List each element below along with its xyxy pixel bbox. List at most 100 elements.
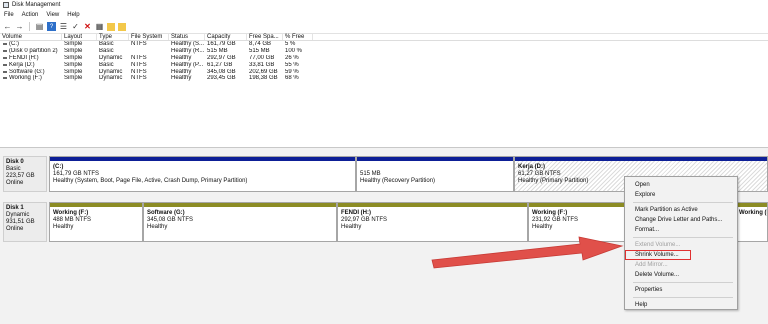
partition-size: 488 MB NTFS <box>53 217 92 223</box>
table-row[interactable]: FENDI (H:) Simple Dynamic NTFS Healthy 292,97… <box>0 55 768 62</box>
table-cell: NTFS <box>131 75 147 82</box>
menu-item-help[interactable]: Help <box>625 300 737 310</box>
partition-title: Working (F:) <box>532 210 568 216</box>
menu-item-format[interactable]: Format... <box>625 225 737 235</box>
partition-status: Healthy <box>532 224 553 230</box>
annotation-arrow-icon <box>431 236 624 269</box>
menu-action[interactable]: Action <box>22 12 39 18</box>
partition-status: Healthy <box>53 224 74 230</box>
disk0-state: Online <box>6 180 24 186</box>
volume-name-cell: Software (G:) <box>0 69 62 75</box>
disk-management-icon <box>3 2 9 8</box>
table-cell: Healthy (P... <box>171 61 204 68</box>
table-cell: Dynamic <box>99 54 123 61</box>
table-cell: 5 % <box>285 41 296 48</box>
partition-status: Healthy <box>341 224 362 230</box>
table-cell: NTFS <box>131 54 147 61</box>
table-cell: Healthy <box>171 54 192 61</box>
table-row[interactable]: (Disk 0 partition 2) Simple Basic Healthy (… <box>0 48 768 55</box>
menu-item-explore[interactable]: Explore <box>625 190 737 200</box>
properties-icon[interactable]: ▦ <box>95 22 104 31</box>
partition-status: Healthy <box>147 224 168 230</box>
col-volume[interactable]: Volume <box>0 34 62 40</box>
partition-status: Healthy (System, Boot, Page File, Active… <box>53 178 248 184</box>
help-icon[interactable]: ? <box>47 22 56 31</box>
volume-name-cell: FENDI (H:) <box>0 55 62 61</box>
col-layout[interactable]: Layout <box>62 34 97 40</box>
disk1-label[interactable]: Disk 1 Dynamic 931,51 GB Online <box>3 202 47 242</box>
table-cell: 59 % <box>285 68 299 75</box>
partition-c[interactable]: (C:) 161,79 GB NTFS Healthy (System, Boo… <box>49 156 356 192</box>
folder-icon[interactable] <box>107 22 115 31</box>
table-row[interactable]: Software (G:) Simple Dynamic NTFS Healthy 345… <box>0 68 768 75</box>
partition-size: 515 MB <box>360 171 381 177</box>
table-cell: 515 MB <box>207 48 228 55</box>
table-cell: Simple <box>64 68 83 75</box>
disk0-label[interactable]: Disk 0 Basic 223,57 GB Online <box>3 156 47 192</box>
table-row[interactable]: (C:) Simple Basic NTFS Healthy (S... 161,79 G… <box>0 41 768 48</box>
menu-separator <box>633 237 733 238</box>
table-cell: 26 % <box>285 54 299 61</box>
wizard-icon[interactable] <box>118 22 126 31</box>
menu-item-add-mirror: Add Mirror... <box>635 262 668 268</box>
volume-name-cell: (Disk 0 partition 2) <box>0 48 62 54</box>
table-cell: 198,38 GB <box>249 75 278 82</box>
partition-title: (C:) <box>53 164 64 170</box>
volume-name: (Disk 0 partition 2) <box>9 48 58 55</box>
disk0-name: Disk 0 <box>6 159 24 165</box>
menu-separator <box>633 202 733 203</box>
menu-item-open[interactable]: Open <box>625 180 737 190</box>
menu-help[interactable]: Help <box>67 12 79 18</box>
volume-list-header: Volume Layout Type File System Status Ca… <box>0 34 768 41</box>
table-row[interactable]: Kerja (D:) Simple Basic NTFS Healthy (P... 61… <box>0 61 768 68</box>
col-capacity[interactable]: Capacity <box>205 34 247 40</box>
check-icon[interactable]: ✓ <box>71 22 80 31</box>
col-type[interactable]: Type <box>97 34 129 40</box>
table-cell: 55 % <box>285 61 299 68</box>
col-file-system[interactable]: File System <box>129 34 169 40</box>
col-status[interactable]: Status <box>169 34 205 40</box>
table-cell: Basic <box>99 41 114 48</box>
volume-name-cell: (C:) <box>0 41 62 47</box>
partition-title: Kerja (D:) <box>518 164 546 170</box>
menu-item-properties[interactable]: Properties <box>625 285 737 295</box>
console-icon[interactable]: ▤ <box>35 22 44 31</box>
partition-recovery[interactable]: 515 MB Healthy (Recovery Partition) <box>356 156 514 192</box>
col-percent-free[interactable]: % Free <box>283 34 313 40</box>
menu-item-mark-active[interactable]: Mark Partition as Active <box>625 205 737 215</box>
table-cell: 293,45 GB <box>207 75 236 82</box>
volume-name: Kerja (D:) <box>9 61 35 68</box>
menu-view[interactable]: View <box>46 12 59 18</box>
table-cell: 292,97 GB <box>207 54 236 61</box>
partition-title: Working (F:) <box>739 210 767 216</box>
table-cell: 8,74 GB <box>249 41 272 48</box>
context-menu: Open Explore Mark Partition as Active Ch… <box>624 176 738 310</box>
back-icon[interactable]: ← <box>3 22 12 31</box>
table-cell: Simple <box>64 75 83 82</box>
menu-file[interactable]: File <box>4 12 14 18</box>
menu-item-shrink-volume[interactable]: Shrink Volume... <box>625 250 691 260</box>
toolbar: ← → ▤ ? ☰ ✓ ✕ ▦ <box>0 20 768 34</box>
list-icon[interactable]: ☰ <box>59 22 68 31</box>
volume-software-g[interactable]: Software (G:) 345,08 GB NTFS Healthy <box>143 202 337 242</box>
disk1-type: Dynamic <box>6 212 30 218</box>
forward-icon[interactable]: → <box>15 22 24 31</box>
table-row[interactable]: Working (F:) Simple Dynamic NTFS Healthy 293,… <box>0 75 768 82</box>
partition-size: 345,08 GB NTFS <box>147 217 194 223</box>
menu-item-change-drive-letter[interactable]: Change Drive Letter and Paths... <box>625 215 737 225</box>
disk1-state: Online <box>6 226 24 232</box>
volume-icon <box>3 77 7 80</box>
table-cell: NTFS <box>131 61 147 68</box>
menu-separator <box>633 297 733 298</box>
volume-working-f-1[interactable]: Working (F:) 488 MB NTFS Healthy <box>49 202 143 242</box>
volume-icon <box>3 70 7 73</box>
delete-icon[interactable]: ✕ <box>83 22 92 31</box>
table-cell: 515 MB <box>249 48 270 55</box>
table-cell: Basic <box>99 61 114 68</box>
menu-bar: File Action View Help <box>0 10 768 20</box>
volume-list: Volume Layout Type File System Status Ca… <box>0 34 768 148</box>
col-free-space[interactable]: Free Spa... <box>247 34 283 40</box>
table-cell: 68 % <box>285 75 299 82</box>
volume-icon <box>3 56 7 59</box>
menu-item-delete-volume[interactable]: Delete Volume... <box>625 270 737 280</box>
